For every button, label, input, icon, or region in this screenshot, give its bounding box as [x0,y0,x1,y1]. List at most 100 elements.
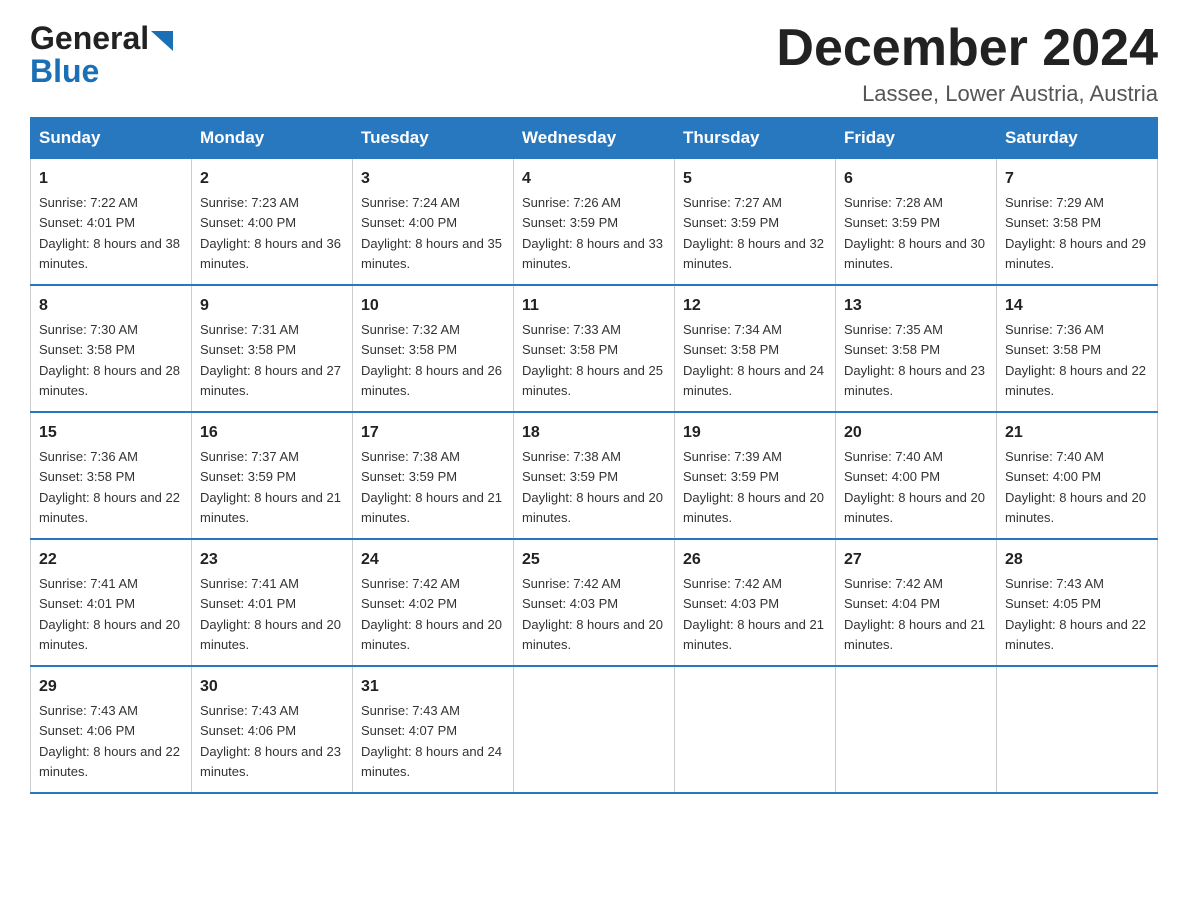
calendar-day-cell [675,666,836,793]
day-number: 18 [522,421,666,445]
title-section: December 2024 Lassee, Lower Austria, Aus… [776,20,1158,107]
calendar-day-cell: 9 Sunrise: 7:31 AMSunset: 3:58 PMDayligh… [192,285,353,412]
day-info: Sunrise: 7:35 AMSunset: 3:58 PMDaylight:… [844,322,985,398]
day-number: 5 [683,167,827,191]
day-number: 21 [1005,421,1149,445]
day-number: 20 [844,421,988,445]
calendar-week-row: 22 Sunrise: 7:41 AMSunset: 4:01 PMDaylig… [31,539,1158,666]
day-info: Sunrise: 7:36 AMSunset: 3:58 PMDaylight:… [39,449,180,525]
location-subtitle: Lassee, Lower Austria, Austria [776,81,1158,107]
day-info: Sunrise: 7:43 AMSunset: 4:06 PMDaylight:… [39,703,180,779]
page-header: General Blue December 2024 Lassee, Lower… [30,20,1158,107]
day-number: 25 [522,548,666,572]
calendar-day-cell: 16 Sunrise: 7:37 AMSunset: 3:59 PMDaylig… [192,412,353,539]
calendar-week-row: 8 Sunrise: 7:30 AMSunset: 3:58 PMDayligh… [31,285,1158,412]
day-number: 11 [522,294,666,318]
calendar-day-cell: 11 Sunrise: 7:33 AMSunset: 3:58 PMDaylig… [514,285,675,412]
logo-general-text: General [30,20,149,57]
day-number: 24 [361,548,505,572]
calendar-day-cell: 8 Sunrise: 7:30 AMSunset: 3:58 PMDayligh… [31,285,192,412]
day-number: 31 [361,675,505,699]
day-info: Sunrise: 7:41 AMSunset: 4:01 PMDaylight:… [39,576,180,652]
day-info: Sunrise: 7:22 AMSunset: 4:01 PMDaylight:… [39,195,180,271]
day-number: 19 [683,421,827,445]
day-info: Sunrise: 7:42 AMSunset: 4:03 PMDaylight:… [522,576,663,652]
weekday-header-wednesday: Wednesday [514,118,675,159]
calendar-day-cell: 22 Sunrise: 7:41 AMSunset: 4:01 PMDaylig… [31,539,192,666]
day-info: Sunrise: 7:42 AMSunset: 4:03 PMDaylight:… [683,576,824,652]
logo-blue-text: Blue [30,53,99,90]
day-info: Sunrise: 7:42 AMSunset: 4:04 PMDaylight:… [844,576,985,652]
day-info: Sunrise: 7:39 AMSunset: 3:59 PMDaylight:… [683,449,824,525]
calendar-day-cell: 4 Sunrise: 7:26 AMSunset: 3:59 PMDayligh… [514,159,675,286]
day-number: 13 [844,294,988,318]
calendar-day-cell: 13 Sunrise: 7:35 AMSunset: 3:58 PMDaylig… [836,285,997,412]
day-info: Sunrise: 7:40 AMSunset: 4:00 PMDaylight:… [1005,449,1146,525]
day-info: Sunrise: 7:23 AMSunset: 4:00 PMDaylight:… [200,195,341,271]
day-number: 3 [361,167,505,191]
day-number: 10 [361,294,505,318]
calendar-day-cell [997,666,1158,793]
day-info: Sunrise: 7:31 AMSunset: 3:58 PMDaylight:… [200,322,341,398]
calendar-day-cell: 26 Sunrise: 7:42 AMSunset: 4:03 PMDaylig… [675,539,836,666]
calendar-week-row: 1 Sunrise: 7:22 AMSunset: 4:01 PMDayligh… [31,159,1158,286]
weekday-header-tuesday: Tuesday [353,118,514,159]
day-info: Sunrise: 7:30 AMSunset: 3:58 PMDaylight:… [39,322,180,398]
weekday-header-thursday: Thursday [675,118,836,159]
day-info: Sunrise: 7:43 AMSunset: 4:06 PMDaylight:… [200,703,341,779]
day-info: Sunrise: 7:27 AMSunset: 3:59 PMDaylight:… [683,195,824,271]
calendar-day-cell: 14 Sunrise: 7:36 AMSunset: 3:58 PMDaylig… [997,285,1158,412]
day-info: Sunrise: 7:41 AMSunset: 4:01 PMDaylight:… [200,576,341,652]
calendar-day-cell: 7 Sunrise: 7:29 AMSunset: 3:58 PMDayligh… [997,159,1158,286]
day-number: 1 [39,167,183,191]
calendar-header-row: SundayMondayTuesdayWednesdayThursdayFrid… [31,118,1158,159]
day-info: Sunrise: 7:37 AMSunset: 3:59 PMDaylight:… [200,449,341,525]
day-number: 29 [39,675,183,699]
calendar-day-cell: 27 Sunrise: 7:42 AMSunset: 4:04 PMDaylig… [836,539,997,666]
day-number: 23 [200,548,344,572]
day-number: 22 [39,548,183,572]
day-info: Sunrise: 7:29 AMSunset: 3:58 PMDaylight:… [1005,195,1146,271]
day-info: Sunrise: 7:32 AMSunset: 3:58 PMDaylight:… [361,322,502,398]
calendar-day-cell: 29 Sunrise: 7:43 AMSunset: 4:06 PMDaylig… [31,666,192,793]
day-info: Sunrise: 7:43 AMSunset: 4:05 PMDaylight:… [1005,576,1146,652]
day-number: 8 [39,294,183,318]
calendar-day-cell: 24 Sunrise: 7:42 AMSunset: 4:02 PMDaylig… [353,539,514,666]
day-info: Sunrise: 7:38 AMSunset: 3:59 PMDaylight:… [522,449,663,525]
day-info: Sunrise: 7:38 AMSunset: 3:59 PMDaylight:… [361,449,502,525]
calendar-day-cell: 17 Sunrise: 7:38 AMSunset: 3:59 PMDaylig… [353,412,514,539]
logo-arrow-icon [149,20,173,57]
day-info: Sunrise: 7:26 AMSunset: 3:59 PMDaylight:… [522,195,663,271]
day-number: 12 [683,294,827,318]
calendar-day-cell: 3 Sunrise: 7:24 AMSunset: 4:00 PMDayligh… [353,159,514,286]
weekday-header-monday: Monday [192,118,353,159]
day-info: Sunrise: 7:24 AMSunset: 4:00 PMDaylight:… [361,195,502,271]
weekday-header-saturday: Saturday [997,118,1158,159]
day-number: 28 [1005,548,1149,572]
day-info: Sunrise: 7:40 AMSunset: 4:00 PMDaylight:… [844,449,985,525]
day-number: 7 [1005,167,1149,191]
calendar-week-row: 29 Sunrise: 7:43 AMSunset: 4:06 PMDaylig… [31,666,1158,793]
day-info: Sunrise: 7:42 AMSunset: 4:02 PMDaylight:… [361,576,502,652]
calendar-day-cell: 30 Sunrise: 7:43 AMSunset: 4:06 PMDaylig… [192,666,353,793]
day-number: 16 [200,421,344,445]
day-info: Sunrise: 7:34 AMSunset: 3:58 PMDaylight:… [683,322,824,398]
calendar-day-cell: 21 Sunrise: 7:40 AMSunset: 4:00 PMDaylig… [997,412,1158,539]
calendar-week-row: 15 Sunrise: 7:36 AMSunset: 3:58 PMDaylig… [31,412,1158,539]
calendar-day-cell: 5 Sunrise: 7:27 AMSunset: 3:59 PMDayligh… [675,159,836,286]
day-number: 6 [844,167,988,191]
calendar-day-cell: 1 Sunrise: 7:22 AMSunset: 4:01 PMDayligh… [31,159,192,286]
calendar-day-cell: 12 Sunrise: 7:34 AMSunset: 3:58 PMDaylig… [675,285,836,412]
calendar-day-cell: 15 Sunrise: 7:36 AMSunset: 3:58 PMDaylig… [31,412,192,539]
calendar-day-cell: 31 Sunrise: 7:43 AMSunset: 4:07 PMDaylig… [353,666,514,793]
calendar-day-cell: 2 Sunrise: 7:23 AMSunset: 4:00 PMDayligh… [192,159,353,286]
calendar-day-cell: 28 Sunrise: 7:43 AMSunset: 4:05 PMDaylig… [997,539,1158,666]
day-info: Sunrise: 7:36 AMSunset: 3:58 PMDaylight:… [1005,322,1146,398]
calendar-day-cell: 19 Sunrise: 7:39 AMSunset: 3:59 PMDaylig… [675,412,836,539]
day-number: 9 [200,294,344,318]
day-number: 4 [522,167,666,191]
calendar-table: SundayMondayTuesdayWednesdayThursdayFrid… [30,117,1158,794]
month-title: December 2024 [776,20,1158,77]
day-info: Sunrise: 7:33 AMSunset: 3:58 PMDaylight:… [522,322,663,398]
calendar-day-cell [514,666,675,793]
